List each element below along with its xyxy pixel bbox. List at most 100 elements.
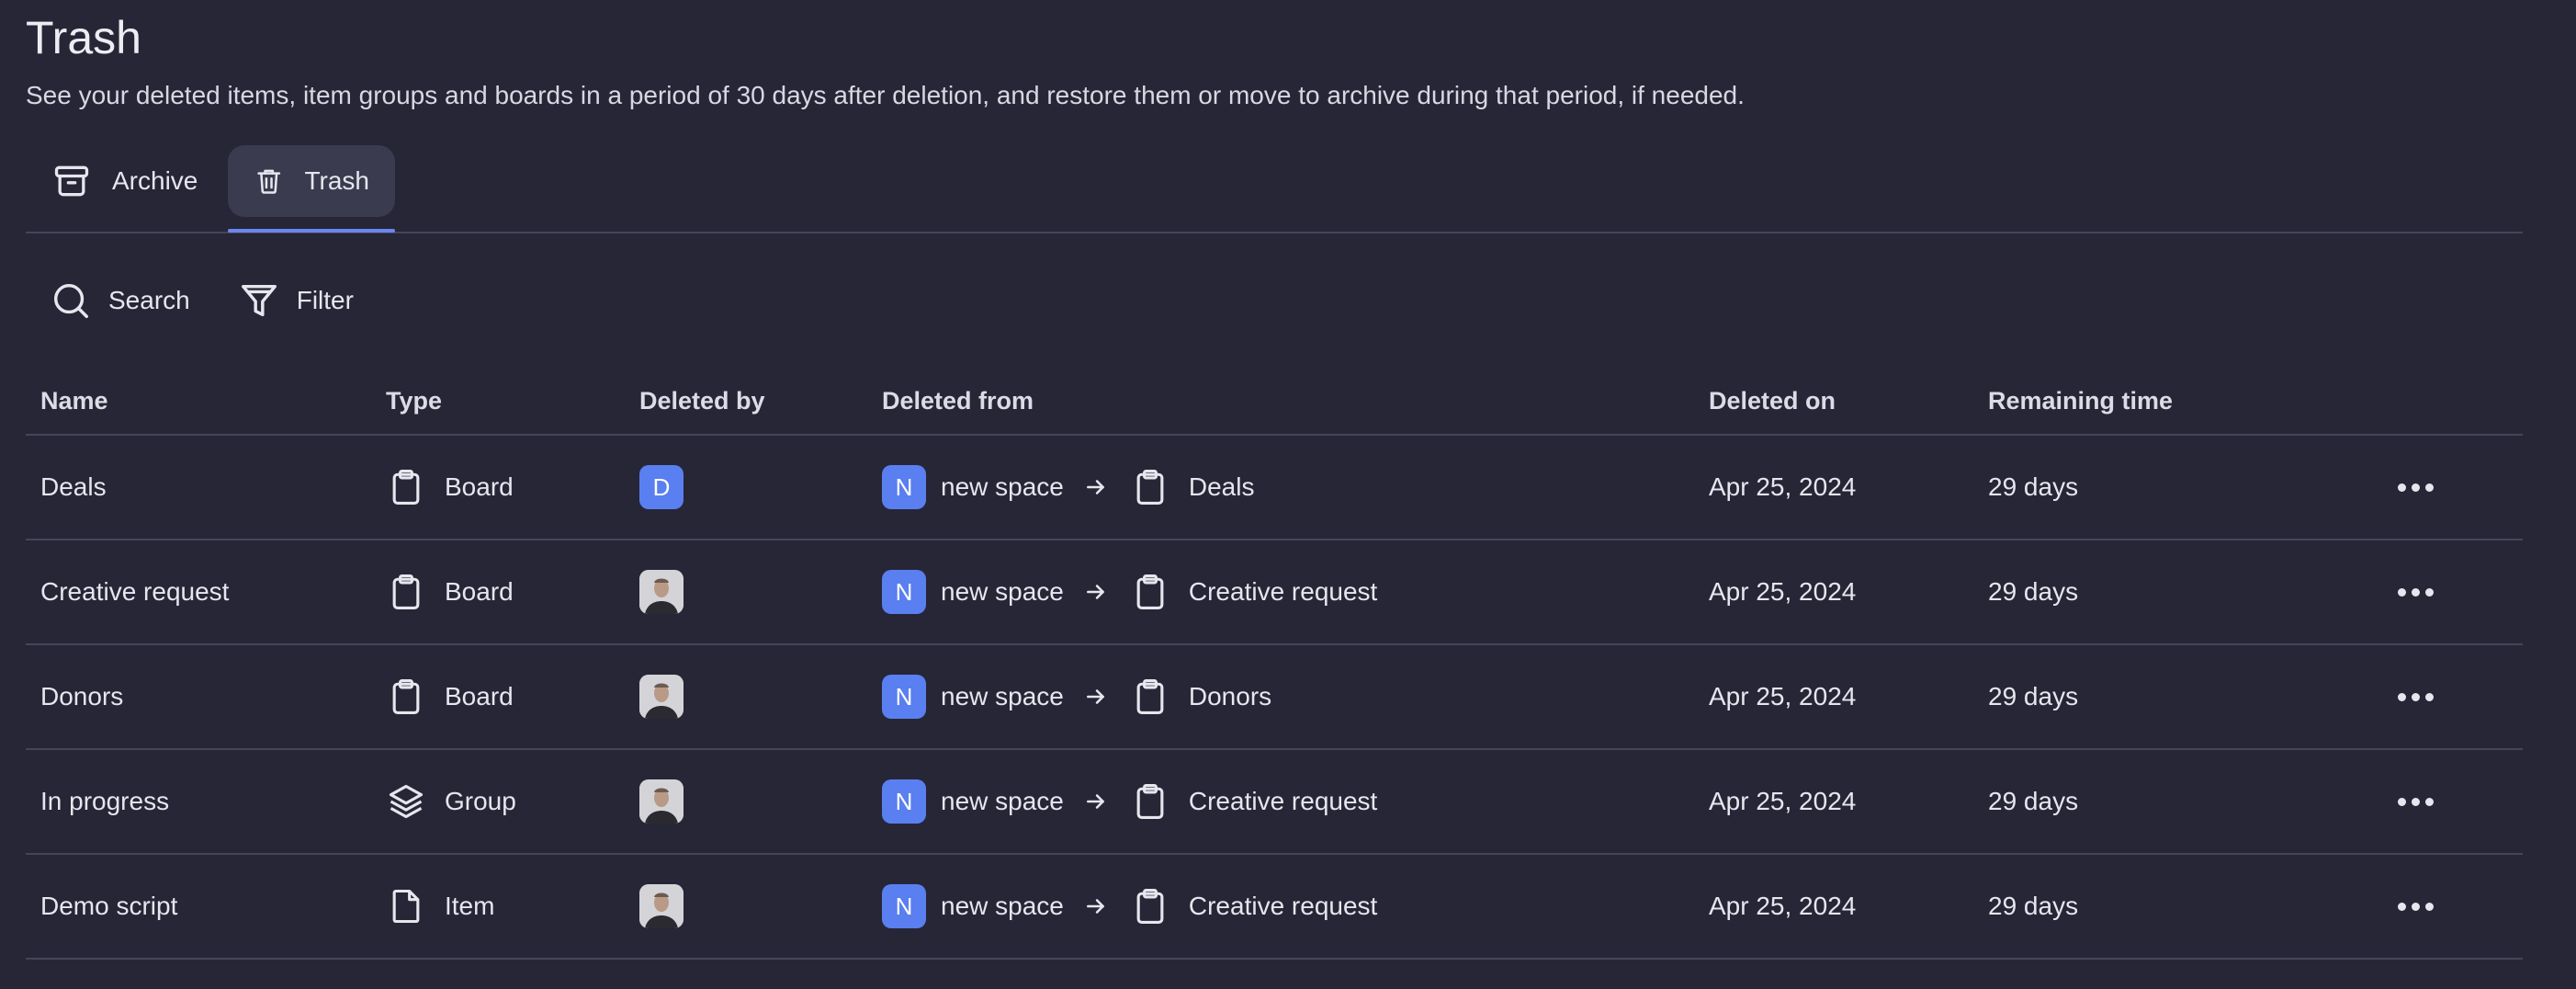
more-options-icon[interactable] [2389, 474, 2443, 501]
column-header-deleted-on[interactable]: Deleted on [1709, 368, 1836, 434]
toolbar: Search Filter [26, 268, 378, 333]
row-deleted-by: D [639, 436, 684, 539]
filter-icon [241, 284, 277, 317]
clipboard-icon [1130, 781, 1170, 822]
row-deleted-on: Apr 25, 2024 [1709, 787, 1857, 815]
space-name[interactable]: new space [941, 892, 1064, 921]
row-deleted-from: N new space Creative request [882, 540, 1377, 643]
search-label: Search [108, 286, 190, 314]
row-actions [2385, 540, 2446, 643]
filter-button[interactable]: Filter [214, 268, 378, 333]
search-button[interactable]: Search [26, 268, 214, 333]
table-body: Deals Board D N new space Deals Apr 25, … [26, 436, 2523, 960]
row-remaining-time: 29 days [1988, 577, 2079, 606]
more-options-icon[interactable] [2389, 893, 2443, 920]
trash-icon [257, 169, 281, 194]
row-remaining-time: 29 days [1988, 892, 2079, 920]
user-avatar [639, 570, 684, 614]
arrow-right-icon [1084, 790, 1108, 813]
clipboard-icon [386, 676, 426, 717]
arrow-right-icon [1084, 894, 1108, 918]
table-row[interactable]: Creative request Board N new space Creat… [26, 540, 2523, 645]
row-deleted-on: Apr 25, 2024 [1709, 682, 1857, 710]
clipboard-icon [1130, 467, 1170, 507]
search-icon [53, 283, 88, 318]
space-badge: N [882, 779, 926, 824]
row-name: Deals [40, 472, 107, 501]
space-name[interactable]: new space [941, 472, 1064, 502]
row-name: Demo script [40, 892, 178, 920]
row-type-label: Board [445, 682, 514, 710]
space-name[interactable]: new space [941, 682, 1064, 711]
row-deleted-from: N new space Donors [882, 645, 1271, 748]
arrow-right-icon [1084, 685, 1108, 709]
row-type-label: Item [445, 892, 495, 920]
clipboard-icon [1130, 886, 1170, 926]
trash-page: Trash See your deleted items, item group… [0, 0, 2576, 989]
filter-label: Filter [296, 286, 354, 314]
column-header-remaining-time[interactable]: Remaining time [1988, 368, 2173, 434]
row-remaining-time: 29 days [1988, 682, 2079, 710]
space-badge: N [882, 570, 926, 614]
user-avatar [639, 675, 684, 719]
user-avatar [639, 779, 684, 824]
table-row[interactable]: Demo script Item N new space Creative re… [26, 855, 2523, 960]
table-row[interactable]: Deals Board D N new space Deals Apr 25, … [26, 436, 2523, 540]
board-name[interactable]: Donors [1189, 682, 1271, 711]
trash-table: Name Type Deleted by Deleted from Delete… [26, 368, 2523, 960]
row-actions [2385, 645, 2446, 748]
board-name[interactable]: Deals [1189, 472, 1255, 502]
space-name[interactable]: new space [941, 577, 1064, 607]
tab-trash[interactable]: Trash [228, 145, 395, 217]
row-type-label: Board [445, 577, 514, 606]
board-name[interactable]: Creative request [1189, 892, 1377, 921]
column-header-deleted-by[interactable]: Deleted by [639, 368, 765, 434]
column-header-name[interactable]: Name [40, 368, 108, 434]
row-deleted-from: N new space Creative request [882, 750, 1377, 853]
layers-icon [386, 781, 426, 822]
row-deleted-by [639, 540, 684, 643]
page-subtitle: See your deleted items, item groups and … [26, 81, 1745, 109]
row-type: Board [386, 540, 514, 643]
row-type: Board [386, 436, 514, 539]
file-icon [386, 886, 426, 926]
space-badge: N [882, 465, 926, 509]
row-type: Item [386, 855, 494, 958]
column-header-deleted-from[interactable]: Deleted from [882, 368, 1034, 434]
row-name: Creative request [40, 577, 230, 606]
clipboard-icon [386, 467, 426, 507]
row-deleted-by [639, 750, 684, 853]
column-header-type[interactable]: Type [386, 368, 442, 434]
row-deleted-from: N new space Creative request [882, 855, 1377, 958]
tab-archive-label: Archive [112, 166, 198, 195]
table-row[interactable]: Donors Board N new space Donors Apr 25, … [26, 645, 2523, 750]
tab-archive[interactable]: Archive [26, 145, 232, 217]
row-deleted-on: Apr 25, 2024 [1709, 472, 1857, 501]
page-title: Trash [26, 12, 141, 63]
row-deleted-by [639, 645, 684, 748]
clipboard-icon [1130, 572, 1170, 612]
clipboard-icon [386, 572, 426, 612]
tab-trash-label: Trash [304, 166, 369, 195]
more-options-icon[interactable] [2389, 684, 2443, 710]
row-type-label: Board [445, 472, 514, 501]
active-tab-indicator [228, 229, 395, 233]
row-remaining-time: 29 days [1988, 787, 2079, 815]
row-remaining-time: 29 days [1988, 472, 2079, 501]
space-badge: N [882, 884, 926, 928]
arrow-right-icon [1084, 580, 1108, 604]
more-options-icon[interactable] [2389, 579, 2443, 606]
user-avatar [639, 884, 684, 928]
row-actions [2385, 750, 2446, 853]
tab-bar: Archive Trash [26, 143, 2523, 233]
more-options-icon[interactable] [2389, 789, 2443, 815]
arrow-right-icon [1084, 475, 1108, 499]
clipboard-icon [1130, 676, 1170, 717]
row-name: Donors [40, 682, 124, 710]
board-name[interactable]: Creative request [1189, 577, 1377, 607]
board-name[interactable]: Creative request [1189, 787, 1377, 816]
space-name[interactable]: new space [941, 787, 1064, 816]
row-actions [2385, 855, 2446, 958]
table-row[interactable]: In progress Group N new space Creative r… [26, 750, 2523, 855]
row-name: In progress [40, 787, 170, 815]
